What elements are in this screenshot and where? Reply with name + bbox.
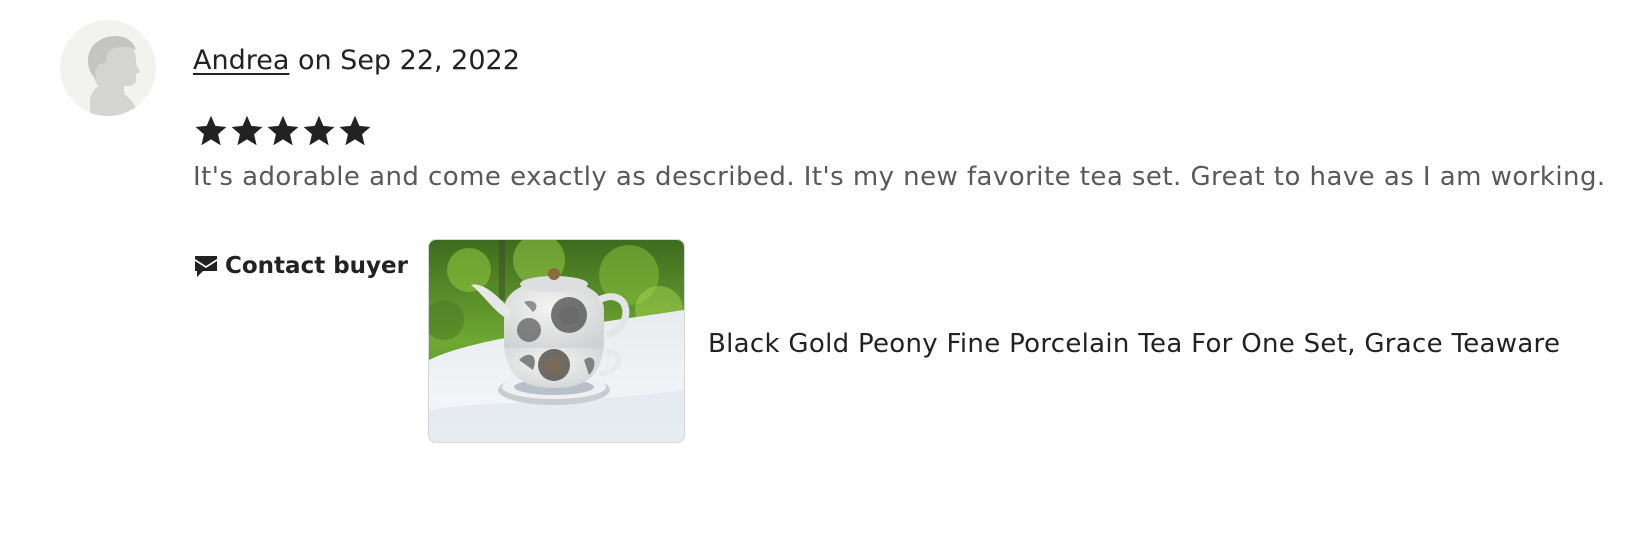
- product-thumbnail[interactable]: [428, 239, 685, 443]
- reviewer-name-link[interactable]: Andrea: [193, 45, 289, 76]
- review-date: on Sep 22, 2022: [289, 45, 520, 76]
- product-title-link[interactable]: Black Gold Peony Fine Porcelain Tea For …: [708, 327, 1560, 361]
- review-card: Andrea on Sep 22, 2022 It's adorable and…: [0, 0, 1650, 538]
- review-text: It's adorable and come exactly as descri…: [193, 162, 1606, 192]
- contact-buyer-label: Contact buyer: [225, 253, 408, 279]
- star-rating: [193, 113, 373, 149]
- default-avatar-icon[interactable]: [60, 20, 156, 116]
- star-icon: [301, 113, 337, 149]
- star-icon: [229, 113, 265, 149]
- message-icon: [193, 253, 219, 279]
- star-icon: [337, 113, 373, 149]
- star-icon: [193, 113, 229, 149]
- contact-buyer-button[interactable]: Contact buyer: [193, 253, 408, 279]
- review-byline: Andrea on Sep 22, 2022: [193, 44, 520, 78]
- star-icon: [265, 113, 301, 149]
